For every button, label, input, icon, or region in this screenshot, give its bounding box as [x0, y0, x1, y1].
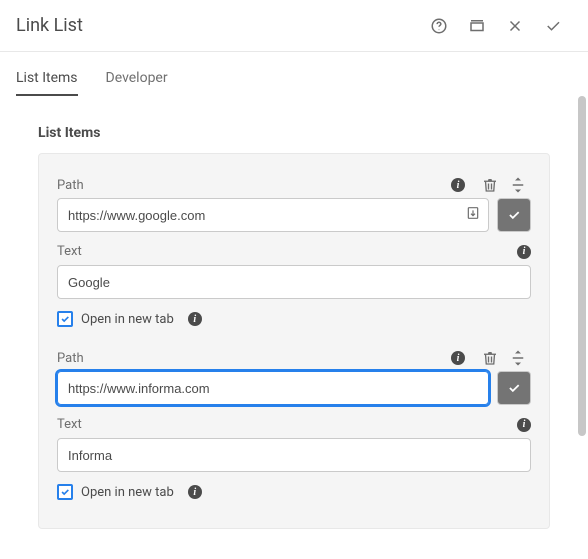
- multifield-container: Path i: [38, 153, 550, 529]
- text-label: Text: [57, 244, 511, 259]
- trash-icon: [481, 349, 499, 367]
- fullscreen-button[interactable]: [458, 7, 496, 45]
- dialog-header: Link List: [0, 0, 588, 52]
- checkmark-icon: [60, 487, 70, 497]
- path-apply-button[interactable]: [497, 371, 531, 405]
- scrollbar-track[interactable]: [576, 96, 588, 559]
- dialog-title: Link List: [16, 15, 420, 36]
- path-input[interactable]: [57, 198, 489, 232]
- check-icon: [507, 208, 521, 222]
- text-input[interactable]: [57, 265, 531, 299]
- info-icon[interactable]: i: [451, 351, 465, 365]
- tab-developer[interactable]: Developer: [106, 62, 168, 96]
- open-new-tab-label: Open in new tab: [81, 312, 174, 327]
- path-label: Path: [57, 351, 445, 366]
- info-icon[interactable]: i: [451, 178, 465, 192]
- open-new-tab-checkbox[interactable]: [57, 311, 73, 327]
- reorder-icon: [509, 176, 527, 194]
- info-icon[interactable]: i: [188, 485, 202, 499]
- delete-item-button[interactable]: [477, 172, 503, 198]
- tab-bar: List Items Developer: [0, 62, 588, 97]
- list-item: Path i Text i: [57, 345, 531, 500]
- fullscreen-icon: [468, 17, 486, 35]
- tab-list-items[interactable]: List Items: [16, 62, 78, 96]
- item-header: Path i: [57, 345, 531, 371]
- reorder-icon: [509, 349, 527, 367]
- close-icon: [506, 17, 524, 35]
- content-panel: List Items Path i: [0, 97, 588, 556]
- check-icon: [544, 17, 562, 35]
- help-icon: [430, 17, 448, 35]
- item-header: Path i: [57, 172, 531, 198]
- reorder-item-button[interactable]: [505, 172, 531, 198]
- text-label: Text: [57, 417, 511, 432]
- trash-icon: [481, 176, 499, 194]
- info-icon[interactable]: i: [188, 312, 202, 326]
- info-icon[interactable]: i: [517, 245, 531, 259]
- path-input[interactable]: [57, 371, 489, 405]
- close-button[interactable]: [496, 7, 534, 45]
- confirm-button[interactable]: [534, 7, 572, 45]
- text-input[interactable]: [57, 438, 531, 472]
- reorder-item-button[interactable]: [505, 345, 531, 371]
- info-icon[interactable]: i: [517, 418, 531, 432]
- open-new-tab-checkbox[interactable]: [57, 484, 73, 500]
- path-label: Path: [57, 178, 445, 193]
- list-item: Path i: [57, 172, 531, 327]
- path-apply-button[interactable]: [497, 198, 531, 232]
- section-heading: List Items: [38, 125, 550, 141]
- check-icon: [507, 381, 521, 395]
- help-button[interactable]: [420, 7, 458, 45]
- picker-icon: [465, 205, 481, 221]
- scrollbar-thumb[interactable]: [578, 96, 586, 436]
- delete-item-button[interactable]: [477, 345, 503, 371]
- checkmark-icon: [60, 314, 70, 324]
- path-picker-button[interactable]: [465, 205, 481, 225]
- open-new-tab-label: Open in new tab: [81, 485, 174, 500]
